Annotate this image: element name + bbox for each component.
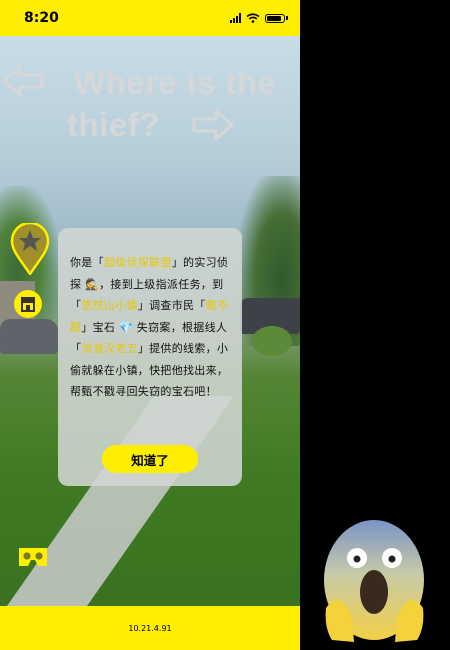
dialog-text-segment: 」调查市民「 [137,299,206,312]
signal-icon [230,13,241,23]
dialog-text-segment: 你是「 [70,256,104,269]
wifi-icon [246,13,260,23]
phone-screen: 8:20 Where is the thief? 你是「超级侦探联盟」的实习侦探… [0,0,300,650]
status-bar: 8:20 [0,0,300,36]
intro-dialog: 你是「超级侦探联盟」的实习侦探 🕵️，接到上级指派任务，到「悠然山小镇」调查市民… [58,228,242,486]
game-title-line2: thief? [67,106,160,143]
map-pin-icon[interactable] [10,223,50,275]
vr-headset-icon[interactable] [18,546,48,568]
background-car [0,319,58,354]
background-bush [252,326,292,356]
intro-dialog-text: 你是「超级侦探联盟」的实习侦探 🕵️，接到上级指派任务，到「悠然山小镇」调查市民… [70,252,232,403]
shop-glyph [21,297,35,312]
status-icons [230,13,288,23]
bottom-bar: 10.21.4.91 [0,606,300,650]
screaming-face-emoji [324,520,424,642]
highlighted-name: 超级侦探联盟 [103,256,172,269]
left-arrow-icon[interactable] [2,64,46,98]
status-time: 8:20 [24,10,59,26]
right-arrow-icon[interactable] [190,108,234,142]
version-label: 10.21.4.91 [128,623,172,633]
battery-icon [265,13,285,23]
got-it-button[interactable]: 知道了 [102,445,198,473]
game-title-line1: Where is the [74,64,277,101]
battery-tip [286,16,288,20]
highlighted-name: 流浪汉老五 [81,342,138,355]
shop-icon[interactable] [14,290,42,318]
highlighted-name: 悠然山小镇 [81,299,138,312]
camera-view: Where is the thief? 你是「超级侦探联盟」的实习侦探 🕵️，接… [0,36,300,606]
